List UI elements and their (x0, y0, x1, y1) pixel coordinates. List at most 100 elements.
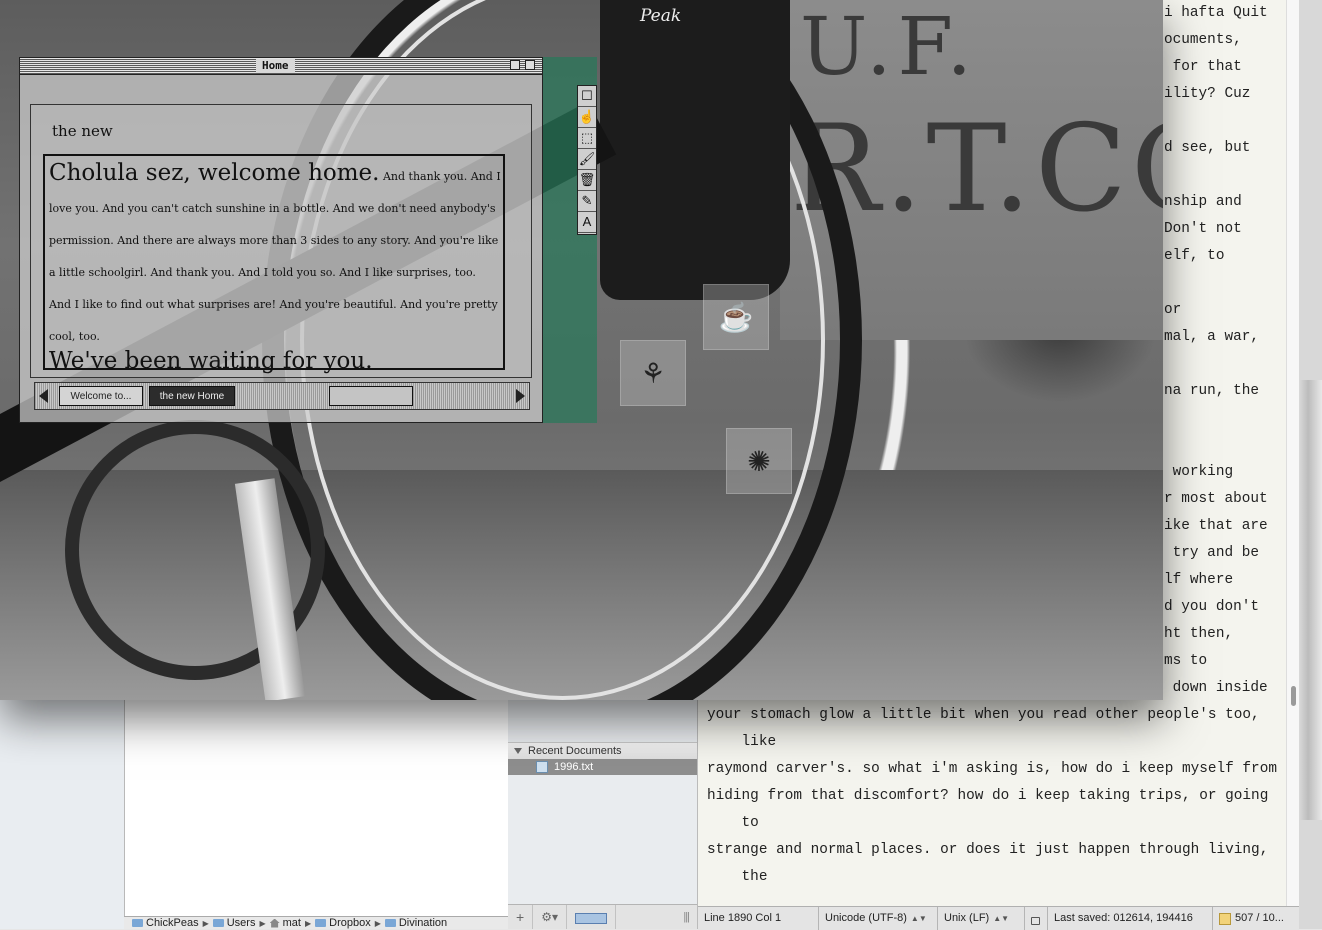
path-item-users[interactable]: Users (212, 917, 255, 929)
text-line: r most about (1164, 491, 1268, 507)
text-file-icon (536, 761, 548, 773)
pencil-icon[interactable]: ✎ (578, 191, 596, 212)
editor-status-bar: Line 1890 Col 1 Unicode (UTF-8) ▲▼ Unix (… (698, 906, 1299, 930)
desktop-thumbnail-icon[interactable]: ⚘ (620, 340, 686, 406)
zoom-box-icon[interactable] (510, 60, 520, 70)
hand-icon[interactable]: ☝ (578, 107, 596, 128)
pannier-bag (600, 0, 790, 300)
encoding-select[interactable]: Unicode (UTF-8) ▲▼ (819, 907, 938, 930)
brush-icon[interactable]: 🖌 (578, 149, 596, 170)
text-line: ocuments, (1164, 32, 1242, 48)
welcome-headline: Cholula sez, welcome home. (49, 160, 380, 186)
text-line: elf, to (1164, 248, 1225, 264)
folder-icon (315, 919, 327, 927)
home-window: Home the new Cholula sez, welcome home. … (19, 57, 543, 423)
gear-menu-button[interactable]: ⚙▾ (533, 905, 567, 929)
text-line: for that (1164, 59, 1242, 75)
text-line: ht then, (1164, 626, 1234, 642)
drawer-toolbar: + ⚙▾ ||| (508, 904, 697, 929)
window-icon (574, 912, 607, 924)
path-item-divination[interactable]: Divination (384, 917, 447, 929)
prev-arrow-icon[interactable] (39, 389, 48, 403)
browse-icon[interactable]: ☐ (578, 86, 596, 107)
welcome-to-button[interactable]: Welcome to... (59, 386, 143, 406)
text-line: try and be (1164, 545, 1259, 561)
home-nav-bar: Welcome to... the new Home (34, 382, 530, 410)
burst-icon: ✺ (747, 445, 771, 477)
text-line: mal, a war, (1164, 329, 1259, 345)
tool-list: ☐ ☝ ⬚ 🖌 🗑 ✎ A (577, 85, 597, 235)
home-icon (269, 918, 280, 928)
text-line: raymond carver's. so what i'm asking is,… (707, 761, 1277, 777)
text-line: d see, but (1164, 140, 1251, 156)
collapse-box-icon[interactable] (525, 60, 535, 70)
folder-icon (212, 919, 224, 927)
scrollbar-thumb[interactable] (1291, 686, 1296, 706)
desktop-background (1299, 0, 1322, 929)
last-saved-label: Last saved: 012614, 194416 (1048, 907, 1213, 930)
text-line: or (1164, 302, 1182, 318)
finder-window (0, 700, 508, 929)
lock-icon (1031, 916, 1040, 925)
lock-button[interactable] (1025, 907, 1048, 930)
recent-document-item[interactable]: 1996.txt (508, 759, 697, 775)
path-separator-icon: ▶ (304, 918, 312, 928)
text-line: to (707, 815, 759, 831)
welcome-closing: We've been waiting for you. (49, 348, 373, 374)
finder-sidebar (0, 700, 125, 929)
text-line: working (1164, 464, 1234, 480)
home-subtitle: the new (52, 122, 113, 140)
select-icon[interactable]: ⬚ (578, 128, 596, 149)
text-line: lf where (1164, 572, 1234, 588)
documents-drawer: Recent Documents 1996.txt + ⚙▾ ||| (508, 700, 698, 929)
tool-palette: ☐ ☝ ⬚ 🖌 🗑 ✎ A (543, 57, 597, 423)
path-separator-icon: ▶ (259, 918, 266, 928)
note-icon (1219, 912, 1231, 925)
path-item-chickpeas[interactable]: ChickPeas (132, 917, 199, 929)
add-document-button[interactable]: + (508, 905, 534, 929)
welcome-card: Cholula sez, welcome home. And thank you… (43, 154, 505, 374)
text-line: na run, the (1164, 383, 1259, 399)
text-line: the (707, 869, 768, 885)
toggle-view-button[interactable] (567, 905, 616, 929)
editor-scrollbar[interactable] (1286, 0, 1300, 906)
folder-icon (384, 919, 396, 927)
stone-inscription-top: U.F. (800, 0, 978, 93)
text-line: strange and normal places. or does it ju… (707, 842, 1269, 858)
updown-arrows-icon: ▲▼ (993, 914, 1010, 923)
text-line: ility? Cuz (1164, 86, 1251, 102)
recent-documents-header[interactable]: Recent Documents (508, 742, 697, 760)
window-title: Home (256, 59, 295, 73)
desktop-thumbnail-icon[interactable]: ☕ (703, 284, 769, 350)
bag-logo: Peak (640, 6, 682, 26)
empty-nav-button[interactable] (329, 386, 413, 406)
coffee-icon: ☕ (718, 301, 754, 333)
text-line: d you don't (1164, 599, 1259, 615)
line-col-indicator[interactable]: Line 1890 Col 1 (698, 907, 819, 930)
text-line: i hafta Quit (1164, 5, 1268, 21)
welcome-body: And thank you. And I love you. And you c… (49, 170, 501, 343)
disclosure-triangle-icon[interactable] (514, 748, 522, 754)
next-arrow-icon[interactable] (516, 389, 525, 403)
desktop-wallpaper-detail (1299, 380, 1322, 820)
path-separator-icon: ▶ (374, 918, 381, 928)
desktop-thumbnail-icon[interactable]: ✺ (726, 428, 792, 494)
resize-grip-icon[interactable]: ||| (675, 905, 697, 929)
eraser-icon[interactable]: 🗑 (578, 170, 596, 191)
new-home-button[interactable]: the new Home (149, 386, 235, 406)
line-endings-select[interactable]: Unix (LF) ▲▼ (938, 907, 1025, 930)
path-separator-icon: ▶ (202, 918, 209, 928)
text-line: ike that are (1164, 518, 1268, 534)
finder-path-bar: ChickPeas ▶ Users ▶ mat ▶ Dropbox ▶ Divi… (124, 916, 508, 929)
text-line: nship and (1164, 194, 1242, 210)
counts-indicator[interactable]: 507 / 10... (1213, 907, 1290, 930)
text-line: your stomach glow a little bit when you … (707, 707, 1260, 723)
path-item-dropbox[interactable]: Dropbox (315, 917, 371, 929)
text-line: down inside (1164, 680, 1268, 696)
home-title-bar[interactable]: Home (20, 58, 542, 75)
path-item-mat[interactable]: mat (269, 917, 301, 929)
text-icon[interactable]: A (578, 212, 596, 233)
text-line: like (707, 734, 777, 750)
updown-arrows-icon: ▲▼ (910, 914, 927, 923)
text-line: hiding from that discomfort? how do i ke… (707, 788, 1269, 804)
